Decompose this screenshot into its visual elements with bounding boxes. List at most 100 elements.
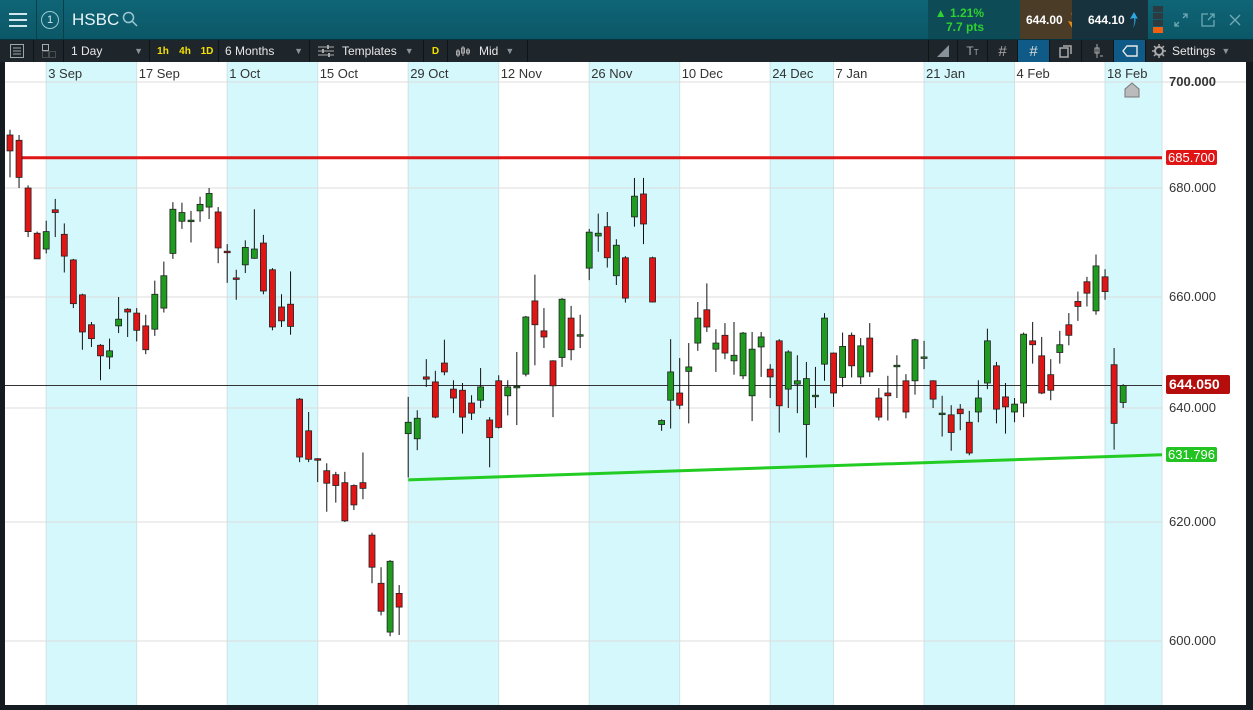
candles-icon xyxy=(456,46,470,57)
date-axis-label: 24 Dec xyxy=(772,66,814,81)
candle-body xyxy=(522,316,530,375)
interval-1d[interactable]: 1D xyxy=(196,40,218,62)
price-chart[interactable]: 3 Sep 17 Sep 1 Oct 15 Oct 29 Oct 12 Nov 26 Nov… xyxy=(5,62,1246,705)
candle-body xyxy=(920,356,928,359)
candle-body xyxy=(1074,301,1082,307)
gear-icon xyxy=(1152,44,1166,58)
candle-body xyxy=(431,381,439,418)
popout-button[interactable] xyxy=(1195,0,1221,39)
candle-body xyxy=(341,482,349,522)
candle-body xyxy=(1110,364,1118,424)
candle-body xyxy=(531,300,539,326)
candle-body xyxy=(368,534,376,568)
candle-body xyxy=(775,340,783,407)
candle-body xyxy=(106,350,113,358)
candle-body xyxy=(115,318,122,327)
candle-body xyxy=(649,257,656,303)
interval-select[interactable]: 1 Day ▼ xyxy=(64,40,150,62)
candle-body xyxy=(594,232,602,237)
candle-body xyxy=(947,414,955,433)
candle-body xyxy=(314,458,322,461)
layout-button[interactable] xyxy=(34,40,64,62)
chart-list-button[interactable] xyxy=(0,40,34,62)
candlestick-plot[interactable] xyxy=(5,62,1246,705)
candle-body xyxy=(196,203,204,212)
range-select[interactable]: 6 Months ▼ xyxy=(218,40,310,62)
candle-body xyxy=(42,231,50,250)
interval-4h[interactable]: 4h xyxy=(174,40,196,62)
candle-body xyxy=(748,348,756,397)
text-size-icon: TT xyxy=(966,44,979,58)
candle-body xyxy=(187,219,195,223)
interval-1h[interactable]: 1h xyxy=(152,40,174,62)
candle-body xyxy=(703,309,711,328)
candle-body xyxy=(1119,385,1127,403)
candle-body xyxy=(477,386,485,401)
candle-body xyxy=(821,317,828,365)
templates-button[interactable]: Templates ▼ xyxy=(310,40,424,62)
crosshair-toggle[interactable]: # xyxy=(1018,40,1050,62)
window-number: 1 xyxy=(41,10,59,29)
price-type-select[interactable]: Mid ▼ xyxy=(448,40,528,62)
candle-body xyxy=(848,334,856,367)
price-tag-toggle[interactable] xyxy=(1114,40,1146,62)
candle-body xyxy=(241,247,249,266)
candle-body xyxy=(450,388,457,399)
price-axis-label: 620.000 xyxy=(1169,514,1216,529)
sell-button[interactable]: 644.00 xyxy=(1020,0,1072,39)
candle-body xyxy=(60,233,68,257)
window-number-badge[interactable]: 1 xyxy=(37,0,64,39)
candle-body xyxy=(1020,333,1027,404)
menu-button[interactable] xyxy=(0,0,37,39)
candle-body xyxy=(404,421,412,435)
date-axis-label: 21 Jan xyxy=(926,66,966,81)
candle-body xyxy=(567,317,575,351)
candle-body xyxy=(468,402,475,414)
indicator-button[interactable] xyxy=(1082,40,1114,62)
candle-body xyxy=(721,334,729,354)
candle-body xyxy=(359,482,367,489)
candle-body xyxy=(956,408,964,415)
close-button[interactable] xyxy=(1222,0,1248,39)
support-price-label: 631.796 xyxy=(1166,446,1217,462)
buy-button[interactable]: 644.10 xyxy=(1072,0,1148,39)
drawing-d-button[interactable]: D xyxy=(424,40,448,62)
close-icon xyxy=(1229,14,1241,25)
date-axis-label: 1 Oct xyxy=(229,66,261,81)
candle-body xyxy=(1065,324,1073,336)
symbol-name[interactable]: HSBC xyxy=(72,10,119,30)
candle-body xyxy=(160,275,168,309)
candle-body xyxy=(1056,344,1064,353)
change-percent: ▲ 1.21% xyxy=(934,6,984,20)
trendline-tool[interactable] xyxy=(928,40,958,62)
candle-body xyxy=(287,303,294,327)
text-tool[interactable]: TT xyxy=(958,40,988,62)
settings-label: Settings xyxy=(1172,44,1216,58)
gridlines-toggle[interactable]: # xyxy=(988,40,1018,62)
sliders-icon xyxy=(318,45,334,57)
arrow-up-icon xyxy=(1129,11,1138,28)
range-value: 6 Months xyxy=(225,44,275,58)
price-type-value: Mid xyxy=(479,44,499,58)
candle-body xyxy=(296,398,304,458)
candle-body xyxy=(685,366,693,372)
maximize-button[interactable] xyxy=(1168,0,1194,39)
candle-body xyxy=(558,298,566,358)
date-axis-label: 7 Jan xyxy=(835,66,868,81)
date-axis-label: 4 Feb xyxy=(1016,66,1050,81)
candle-body xyxy=(1002,396,1009,408)
candle-body xyxy=(88,324,95,340)
date-axis-label: 29 Oct xyxy=(410,66,449,81)
interval-value: 1 Day xyxy=(71,44,103,58)
chevron-down-icon: ▼ xyxy=(294,46,303,56)
candle-body xyxy=(395,593,403,608)
settings-button[interactable]: Settings ▼ xyxy=(1146,40,1253,62)
overlay-button[interactable] xyxy=(1050,40,1082,62)
candle-body xyxy=(730,354,738,362)
search-icon[interactable] xyxy=(122,11,138,27)
grid-icon: # xyxy=(998,42,1007,60)
candle-body xyxy=(305,430,313,460)
scroll-to-latest-icon[interactable] xyxy=(1124,82,1140,98)
candle-body xyxy=(984,340,991,384)
last-price-label: 644.050 xyxy=(1166,374,1230,394)
